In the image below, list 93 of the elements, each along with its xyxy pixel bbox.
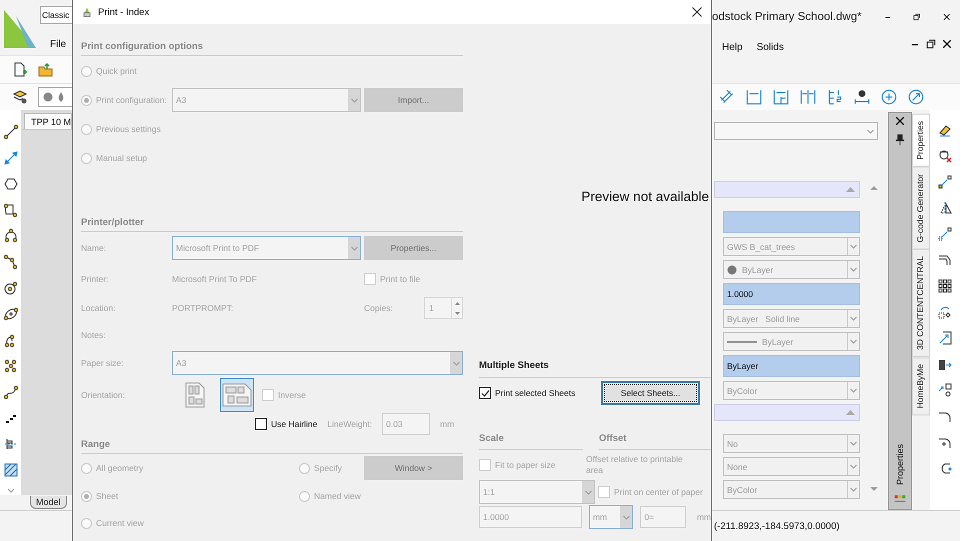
property-dropdown[interactable]: ByLayer <box>723 332 860 351</box>
array-icon[interactable] <box>937 278 953 294</box>
hatch-icon[interactable] <box>2 462 19 478</box>
section-heading: Multiple Sheets <box>479 360 549 371</box>
field-value: Microsoft Print To PDF <box>172 274 258 284</box>
section-heading: Range <box>81 439 110 450</box>
drop-icon <box>57 92 65 102</box>
field-label: Name: <box>81 243 108 253</box>
rotate-icon[interactable] <box>937 304 953 320</box>
layer-dropdown[interactable] <box>38 87 72 107</box>
section-heading: Offset <box>599 433 626 444</box>
coordinates-readout: (-211.8923,-184.5973,0.0000) <box>713 520 840 532</box>
chevron-icon[interactable] <box>8 489 14 493</box>
down-arrow-icon[interactable] <box>454 312 460 314</box>
caret-icon <box>846 410 855 415</box>
offset-note: Offset relative to printable area <box>586 454 684 476</box>
side-tab[interactable]: Properties <box>912 114 930 167</box>
field-label: Notes: <box>81 330 107 340</box>
field-label: Location: <box>81 303 116 313</box>
dialog-title: Print - Index <box>98 6 150 18</box>
menu-item[interactable]: Solids <box>746 36 788 52</box>
close-icon[interactable] <box>942 39 952 49</box>
line-icon[interactable] <box>2 124 19 140</box>
polyline-icon[interactable] <box>2 254 19 270</box>
ordinate-dimension-icon[interactable] <box>826 88 844 106</box>
hexagon-icon[interactable] <box>2 176 19 192</box>
aligned-dimension-icon[interactable] <box>718 88 736 106</box>
property-value[interactable]: ByLayer <box>723 355 860 377</box>
color-swatch-icon <box>727 264 737 274</box>
menu-item[interactable]: File <box>40 33 72 55</box>
field-label: Orientation: <box>81 390 126 400</box>
baseline-dimension-icon[interactable] <box>772 88 790 106</box>
ellipse-icon[interactable] <box>2 306 19 322</box>
open-folder-icon[interactable] <box>38 62 54 78</box>
close-icon[interactable] <box>691 6 703 18</box>
checkmark-icon <box>480 388 490 398</box>
side-tab[interactable]: G-code Generator <box>912 166 930 250</box>
new-file-icon[interactable] <box>12 62 28 78</box>
property-dropdown[interactable]: ByLayer Solid line <box>723 309 860 328</box>
arc-icon[interactable] <box>2 228 19 244</box>
model-tab[interactable]: Model <box>30 496 67 509</box>
layers-settings-icon[interactable] <box>12 89 28 105</box>
rectangle-icon[interactable] <box>2 202 19 218</box>
pin-icon[interactable] <box>894 134 906 146</box>
scale-object-icon[interactable] <box>937 382 953 398</box>
app-logo <box>2 8 38 50</box>
diameter-dimension-icon[interactable] <box>907 88 925 106</box>
drawing-tab[interactable]: TPP 10 M <box>24 113 72 129</box>
checkbox[interactable]: Print selected Sheets <box>479 387 576 399</box>
center-mark-icon[interactable] <box>880 88 898 106</box>
continue-dimension-icon[interactable] <box>799 88 817 106</box>
select-sheets-button[interactable]: Select Sheets... <box>601 381 700 405</box>
field-label: LineWeight: <box>327 419 372 429</box>
property-value[interactable]: 1.0000 <box>723 283 860 305</box>
restore-icon[interactable] <box>926 39 936 49</box>
centerline-icon[interactable] <box>2 436 19 452</box>
field-value: PORTPROMPT: <box>172 303 234 313</box>
property-dropdown[interactable]: GWS B_cat_trees <box>723 237 860 256</box>
field-label: Copies: <box>364 303 393 313</box>
property-dropdown[interactable]: None <box>723 457 860 476</box>
property-dropdown[interactable]: ByColor <box>723 480 860 499</box>
move-icon[interactable] <box>937 226 953 242</box>
spline-icon[interactable] <box>2 384 19 400</box>
delete-icon[interactable] <box>937 148 953 164</box>
workspace-dropdown[interactable]: Classic <box>40 6 72 24</box>
points-icon[interactable] <box>2 358 19 374</box>
menu-item[interactable]: Help <box>712 36 747 52</box>
dimension-line-icon[interactable] <box>2 150 19 166</box>
linear-dimension-icon[interactable] <box>745 88 763 106</box>
circle-icon <box>43 92 53 102</box>
panel-title: Properties <box>895 444 905 485</box>
field-label: Paper size: <box>81 358 125 368</box>
property-dropdown[interactable]: ByLayer <box>723 260 860 279</box>
close-icon[interactable] <box>895 116 905 126</box>
section-heading: Scale <box>479 433 504 444</box>
property-dropdown[interactable]: No <box>723 434 860 453</box>
section-heading: Print configuration options <box>81 41 203 52</box>
side-tab[interactable]: 3D CONTENTCENTRAL <box>912 249 930 358</box>
caret-icon <box>846 187 855 192</box>
scale-icon[interactable] <box>937 330 953 346</box>
unit-label: mm <box>696 512 711 522</box>
line-sample-icon <box>727 340 757 344</box>
unit-label: mm <box>440 419 454 429</box>
side-tab[interactable]: HomeByMe <box>912 357 930 416</box>
property-dropdown[interactable]: ByColor <box>723 381 860 400</box>
window-title: odstock Primary School.dwg* <box>712 10 862 22</box>
field-label: Printer: <box>81 274 110 284</box>
dimension-settings-icon[interactable] <box>853 88 871 106</box>
section-heading: Printer/plotter <box>81 217 144 228</box>
preview-message: Preview not available <box>581 188 709 204</box>
copy-icon[interactable] <box>937 174 953 190</box>
up-arrow-icon[interactable] <box>454 302 460 304</box>
circle-icon[interactable] <box>2 280 19 296</box>
